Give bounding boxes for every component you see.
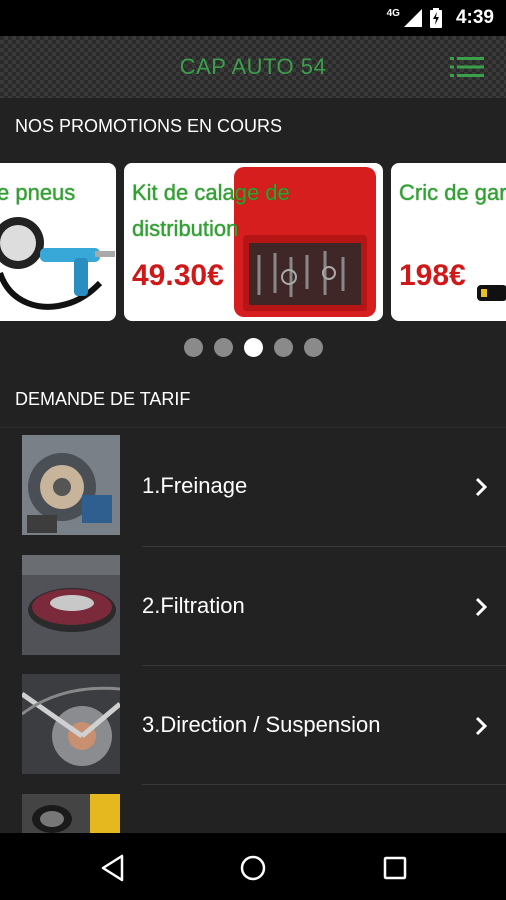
carousel-pagination[interactable] bbox=[0, 338, 506, 357]
network-type: 4G bbox=[386, 7, 400, 19]
status-bar: 4G 4:39 bbox=[0, 0, 506, 36]
tarif-item-freinage[interactable]: 1.Freinage bbox=[0, 428, 506, 547]
signal-icon bbox=[403, 9, 422, 27]
home-icon[interactable] bbox=[238, 853, 268, 883]
back-icon[interactable] bbox=[98, 853, 128, 883]
tarif-item-label: 3.Direction / Suspension bbox=[142, 712, 381, 737]
promo-card-price: 49.30€ bbox=[132, 259, 224, 292]
promo-card[interactable]: e pneus bbox=[0, 163, 116, 321]
clock: 4:39 bbox=[455, 7, 494, 28]
app-bar: CAP AUTO 54 bbox=[0, 36, 506, 98]
page-dot[interactable] bbox=[303, 338, 323, 357]
brake-thumbnail bbox=[22, 435, 120, 535]
menu-icon[interactable] bbox=[450, 56, 484, 78]
air-filter-thumbnail bbox=[22, 555, 120, 655]
chevron-right-icon bbox=[475, 716, 488, 736]
steering-thumbnail bbox=[22, 674, 120, 774]
app-title: CAP AUTO 54 bbox=[179, 54, 327, 79]
tire-inflator-image bbox=[0, 217, 115, 310]
page-dot[interactable] bbox=[273, 338, 293, 357]
battery-icon bbox=[429, 8, 442, 28]
chevron-right-icon bbox=[475, 477, 488, 497]
promotions-carousel[interactable]: e pneus Kit de calage de distribution 49… bbox=[0, 163, 506, 323]
promo-card-title: Kit de calage de distribution bbox=[132, 180, 290, 241]
chevron-right-icon bbox=[475, 597, 488, 617]
tarif-item-direction[interactable]: 3.Direction / Suspension bbox=[0, 666, 506, 785]
promotions-header: NOS PROMOTIONS EN COURS bbox=[15, 116, 283, 136]
page-dot-active[interactable] bbox=[243, 338, 263, 357]
jack-image bbox=[477, 285, 506, 301]
promo-card-price: 198€ bbox=[399, 259, 466, 292]
tarif-header: DEMANDE DE TARIF bbox=[15, 389, 191, 409]
tarif-item-label: 2.Filtration bbox=[142, 593, 245, 618]
promo-card[interactable]: Cric de gar tonnes 198€ bbox=[391, 163, 506, 321]
page-dot[interactable] bbox=[213, 338, 233, 357]
promo-card-title: Cric de gar tonnes bbox=[399, 180, 506, 205]
tarif-item-filtration[interactable]: 2.Filtration bbox=[0, 547, 506, 666]
exhaust-thumbnail bbox=[22, 794, 120, 833]
recents-icon[interactable] bbox=[380, 853, 410, 883]
tarif-item-label: 1.Freinage bbox=[142, 473, 248, 498]
promo-card[interactable]: Kit de calage de distribution 49.30€ bbox=[124, 163, 383, 321]
page-dot[interactable] bbox=[183, 338, 203, 357]
navigation-bar bbox=[0, 833, 506, 900]
tarif-item-partial[interactable] bbox=[0, 785, 506, 833]
tarif-list: 1.Freinage 2.Filtration 3.Direction / Su… bbox=[0, 427, 506, 833]
